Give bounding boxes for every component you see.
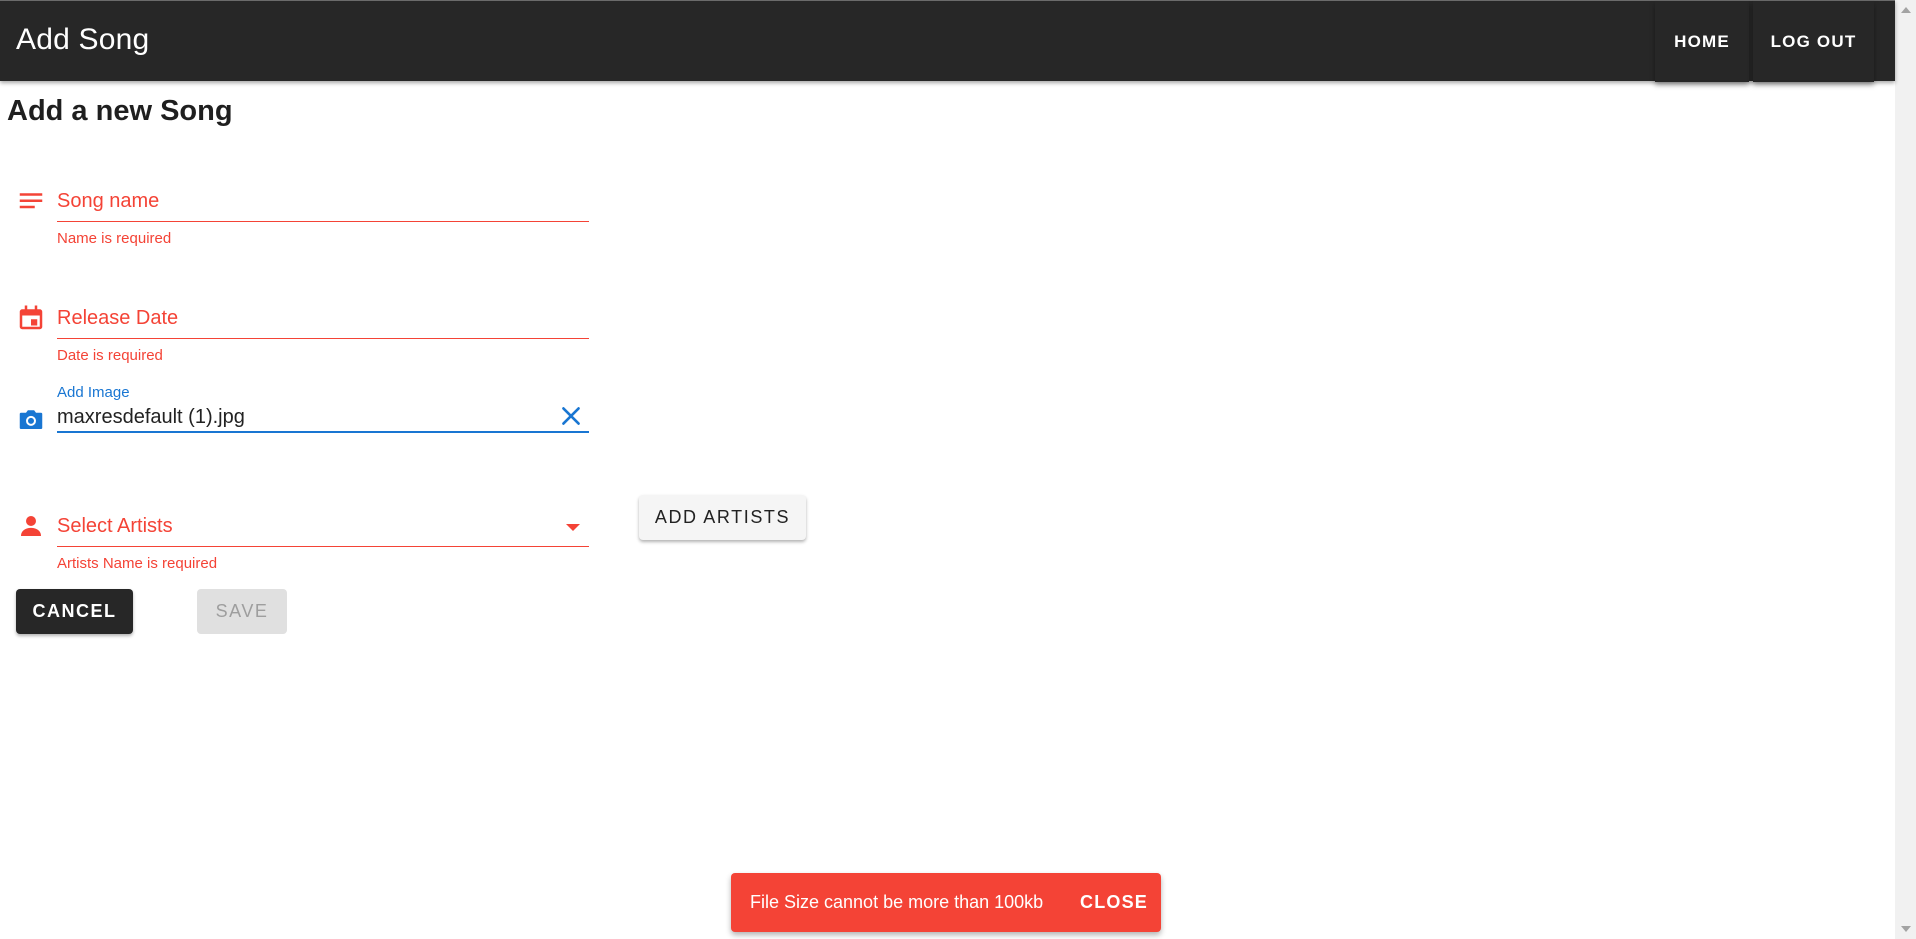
app-bar: Add Song HOME LOG OUT [0,0,1895,82]
subject-icon [19,193,43,209]
image-label: Add Image [57,384,130,401]
image-field[interactable]: Add Image maxresdefault (1).jpg [57,383,589,433]
release-date-underline [57,338,589,339]
image-underline [57,431,589,433]
artists-underline [57,546,589,547]
error-snackbar: File Size cannot be more than 100kb CLOS… [731,873,1161,932]
image-filename: maxresdefault (1).jpg [57,406,245,428]
release-date-label: Release Date [57,307,179,329]
page-title: Add a new Song [7,95,233,127]
artists-label: Select Artists [57,515,173,537]
song-name-label: Song name [57,190,160,212]
calendar-icon [19,305,43,330]
release-date-error: Date is required [57,347,163,364]
app-title: Add Song [16,23,150,56]
save-button: SAVE [197,589,287,634]
person-icon [21,516,41,536]
artists-error: Artists Name is required [57,555,218,572]
song-name-field[interactable]: Song name Name is required [57,185,589,255]
add-artists-button[interactable]: ADD ARTISTS [639,495,806,540]
snackbar-message: File Size cannot be more than 100kb [750,892,1044,912]
close-icon[interactable] [558,403,584,429]
release-date-field[interactable]: Release Date Date is required [57,302,589,372]
camera-icon [19,410,43,429]
artists-select[interactable]: Select Artists Artists Name is required [57,510,589,580]
logout-button[interactable]: LOG OUT [1753,1,1874,82]
song-name-error: Name is required [57,230,172,247]
home-button[interactable]: HOME [1655,1,1749,82]
scroll-up-icon[interactable] [1901,7,1911,13]
snackbar-close-button[interactable]: CLOSE [1080,892,1148,913]
vertical-scrollbar[interactable] [1895,0,1916,939]
chevron-down-icon[interactable] [566,524,580,531]
scroll-down-icon[interactable] [1901,926,1911,932]
song-name-underline [57,221,589,222]
cancel-button[interactable]: CANCEL [16,589,133,634]
